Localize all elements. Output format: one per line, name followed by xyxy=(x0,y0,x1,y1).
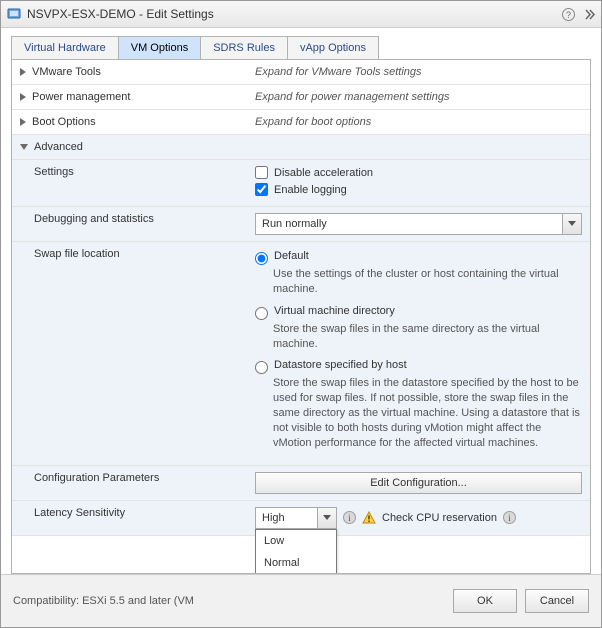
label-debugging: Debugging and statistics xyxy=(12,207,247,242)
hint-vmware-tools: Expand for VMware Tools settings xyxy=(247,60,590,85)
edit-settings-dialog: NSVPX-ESX-DEMO - Edit Settings ? Virtual… xyxy=(0,0,602,628)
expander-boot-options[interactable]: Boot Options xyxy=(20,116,239,128)
compatibility-text: Compatibility: ESXi 5.5 and later (VM xyxy=(13,595,445,607)
popout-icon[interactable] xyxy=(581,7,595,21)
chevron-right-icon xyxy=(20,68,26,76)
dialog-footer: Compatibility: ESXi 5.5 and later (VM OK… xyxy=(1,574,601,627)
select-debugging[interactable]: Run normally xyxy=(255,213,582,235)
latency-dropdown: Low Normal Medium High xyxy=(255,529,337,574)
dialog-body: Virtual Hardware VM Options SDRS Rules v… xyxy=(1,28,601,574)
ok-button[interactable]: OK xyxy=(453,589,517,613)
row-boot-options: Boot Options Expand for boot options xyxy=(12,110,590,135)
select-latency[interactable]: High xyxy=(255,507,337,529)
radio-swap-vmdir[interactable]: Virtual machine directory xyxy=(255,305,582,320)
chevron-right-icon xyxy=(20,118,26,126)
tab-virtual-hardware[interactable]: Virtual Hardware xyxy=(12,37,119,59)
tab-bar: Virtual Hardware VM Options SDRS Rules v… xyxy=(11,36,379,59)
tab-sdrs-rules[interactable]: SDRS Rules xyxy=(201,37,288,59)
warn-text: Check CPU reservation xyxy=(382,512,497,524)
expander-advanced[interactable]: Advanced xyxy=(20,141,239,153)
latency-option-low[interactable]: Low xyxy=(256,530,336,552)
hint-boot-options: Expand for boot options xyxy=(247,110,590,135)
desc-swap-vmdir: Store the swap files in the same directo… xyxy=(273,322,582,352)
dialog-title: NSVPX-ESX-DEMO - Edit Settings xyxy=(27,7,555,21)
info-icon[interactable]: i xyxy=(503,511,516,524)
latency-option-normal[interactable]: Normal xyxy=(256,552,336,574)
expander-vmware-tools[interactable]: VMware Tools xyxy=(20,66,239,78)
row-swap-file: Swap file location Default Use the setti… xyxy=(12,242,590,466)
titlebar: NSVPX-ESX-DEMO - Edit Settings ? xyxy=(1,1,601,28)
checkbox-disable-acceleration[interactable]: Disable acceleration xyxy=(255,166,582,179)
label-settings: Settings xyxy=(12,160,247,207)
chevron-down-icon xyxy=(562,214,581,234)
help-icon[interactable]: ? xyxy=(561,7,575,21)
vm-icon xyxy=(7,7,21,21)
checkbox-enable-logging[interactable]: Enable logging xyxy=(255,183,582,196)
radio-swap-datastore[interactable]: Datastore specified by host xyxy=(255,359,582,374)
desc-swap-default: Use the settings of the cluster or host … xyxy=(273,267,582,297)
row-advanced: Advanced xyxy=(12,135,590,160)
tab-vapp-options[interactable]: vApp Options xyxy=(288,37,378,59)
row-power-management: Power management Expand for power manage… xyxy=(12,85,590,110)
expander-power-mgmt[interactable]: Power management xyxy=(20,91,239,103)
chevron-down-icon xyxy=(20,144,28,150)
desc-swap-datastore: Store the swap files in the datastore sp… xyxy=(273,376,582,450)
label-latency: Latency Sensitivity xyxy=(12,500,247,535)
label-swap: Swap file location xyxy=(12,242,247,466)
options-pane: VMware Tools Expand for VMware Tools set… xyxy=(11,59,591,574)
info-icon[interactable]: i xyxy=(343,511,356,524)
row-settings: Settings Disable acceleration Enable log… xyxy=(12,160,590,207)
row-debugging: Debugging and statistics Run normally xyxy=(12,207,590,242)
svg-text:?: ? xyxy=(565,10,570,20)
cancel-button[interactable]: Cancel xyxy=(525,589,589,613)
label-config-params: Configuration Parameters xyxy=(12,465,247,500)
hint-power-mgmt: Expand for power management settings xyxy=(247,85,590,110)
row-vmware-tools: VMware Tools Expand for VMware Tools set… xyxy=(12,60,590,85)
row-latency: Latency Sensitivity High i Check CPU res… xyxy=(12,500,590,535)
warning-icon xyxy=(362,511,376,525)
chevron-down-icon xyxy=(317,508,336,528)
tab-vm-options[interactable]: VM Options xyxy=(119,37,201,59)
row-config-params: Configuration Parameters Edit Configurat… xyxy=(12,465,590,500)
chevron-right-icon xyxy=(20,93,26,101)
radio-swap-default[interactable]: Default xyxy=(255,250,582,265)
edit-configuration-button[interactable]: Edit Configuration... xyxy=(255,472,582,494)
